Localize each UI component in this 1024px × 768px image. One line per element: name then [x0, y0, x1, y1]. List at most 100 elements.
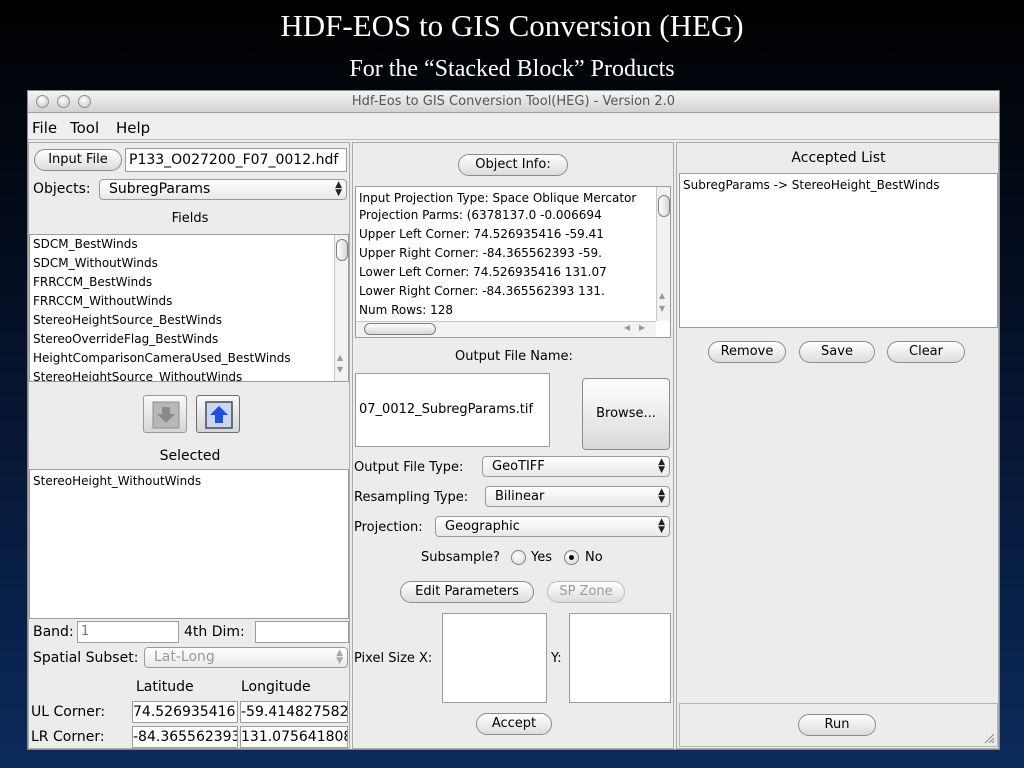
window-title: Hdf-Eos to GIS Conversion Tool(HEG) - Ve…	[351, 94, 676, 109]
menu-tool[interactable]: Tool	[70, 119, 99, 137]
output-file-name-field[interactable]: 07_0012_SubregParams.tif	[355, 373, 550, 447]
list-item[interactable]: StereoHeight_WithoutWinds	[30, 470, 348, 489]
fields-scrollbar[interactable]: ▲ ▼	[334, 235, 348, 381]
window-titlebar[interactable]: Hdf-Eos to GIS Conversion Tool(HEG) - Ve…	[28, 91, 999, 113]
scroll-right-icon[interactable]: ▶	[639, 323, 645, 332]
scroll-down-icon[interactable]: ▼	[659, 304, 665, 313]
info-hscrollbar[interactable]: ◀ ▶	[356, 321, 656, 337]
scroll-up-icon[interactable]: ▲	[659, 291, 665, 300]
info-line: Lower Left Corner: 74.526935416 131.07	[359, 265, 607, 279]
list-item[interactable]: StereoHeightSource_WithoutWinds	[30, 368, 348, 381]
accepted-list[interactable]: SubregParams -> StereoHeight_BestWinds	[679, 173, 998, 328]
info-line: Projection Parms: (6378137.0 -0.006694	[359, 208, 602, 222]
longitude-header: Longitude	[241, 679, 311, 695]
radio-selected-dot	[569, 555, 574, 560]
band-field[interactable]: 1	[77, 621, 179, 643]
scroll-up-icon[interactable]: ▲	[337, 353, 343, 362]
lr-latitude-field[interactable]: -84.365562393	[132, 726, 238, 748]
subsample-yes-label[interactable]: Yes	[531, 550, 552, 565]
list-item[interactable]: SDCM_BestWinds	[30, 235, 348, 254]
info-line: Lower Right Corner: -84.365562393 131.	[359, 284, 605, 298]
heg-window: Hdf-Eos to GIS Conversion Tool(HEG) - Ve…	[27, 90, 1000, 750]
accept-button[interactable]: Accept	[476, 713, 552, 735]
menu-help[interactable]: Help	[116, 119, 150, 137]
objects-select-value: SubregParams	[109, 181, 211, 197]
pixel-size-x-field[interactable]	[442, 613, 547, 703]
pixel-size-y-field[interactable]	[569, 613, 671, 703]
left-panel: Input File P133_O027200_F07_0012.hdf Obj…	[28, 142, 350, 749]
subsample-no-label[interactable]: No	[585, 550, 603, 565]
list-item[interactable]: FRRCCM_WithoutWinds	[30, 292, 348, 311]
arrow-down-icon	[152, 401, 180, 429]
dim4-field[interactable]	[255, 621, 349, 643]
spatial-subset-select[interactable]: Lat-Long ▲ ▼	[144, 647, 348, 668]
list-item[interactable]: StereoHeightSource_BestWinds	[30, 311, 348, 330]
list-item[interactable]: StereoOverrideFlag_BestWinds	[30, 330, 348, 349]
clear-button[interactable]: Clear	[887, 341, 965, 363]
input-file-button[interactable]: Input File	[34, 149, 122, 171]
output-file-type-value: GeoTIFF	[492, 459, 545, 474]
object-info-box: Input Projection Type: Space Oblique Mer…	[355, 186, 671, 338]
projection-label: Projection:	[354, 520, 423, 535]
menu-file[interactable]: File	[32, 119, 57, 137]
info-vscroll-thumb[interactable]	[658, 195, 670, 217]
pixel-size-y-label: Y:	[551, 651, 562, 666]
run-button[interactable]: Run	[798, 714, 876, 736]
fields-scroll-thumb[interactable]	[336, 239, 348, 261]
scroll-down-icon[interactable]: ▼	[337, 365, 343, 374]
pixel-size-x-label: Pixel Size X:	[354, 651, 433, 666]
resize-grip-icon[interactable]	[983, 732, 995, 744]
save-button[interactable]: Save	[799, 341, 875, 363]
info-line: Upper Right Corner: -84.365562393 -59.	[359, 246, 602, 260]
subsample-no-radio[interactable]	[564, 550, 579, 565]
list-item[interactable]: HeightComparisonCameraUsed_BestWinds	[30, 349, 348, 368]
projection-value: Geographic	[445, 519, 520, 534]
fields-list[interactable]: SDCM_BestWinds SDCM_WithoutWinds FRRCCM_…	[29, 234, 349, 382]
selected-heading: Selected	[159, 448, 221, 464]
select-arrows-icon: ▲ ▼	[336, 648, 343, 666]
lr-longitude-field[interactable]: 131.075641808	[240, 726, 348, 748]
list-item[interactable]: SubregParams -> StereoHeight_BestWinds	[680, 174, 997, 193]
subsample-label: Subsample?	[421, 550, 500, 565]
resampling-type-select[interactable]: Bilinear ▲ ▼	[485, 486, 670, 507]
object-info-button[interactable]: Object Info:	[458, 154, 568, 176]
list-item[interactable]: SDCM_WithoutWinds	[30, 254, 348, 273]
ul-longitude-field[interactable]: -59.414827582	[240, 701, 348, 723]
objects-label: Objects:	[33, 181, 91, 197]
input-file-field[interactable]: P133_O027200_F07_0012.hdf	[125, 148, 347, 172]
ul-latitude-field[interactable]: 74.526935416	[132, 701, 238, 723]
dim4-label: 4th Dim:	[184, 624, 245, 640]
object-info-text: Input Projection Type: Space Oblique Mer…	[356, 187, 656, 323]
menu-bar: File Tool Help	[28, 114, 999, 140]
add-field-button[interactable]	[196, 395, 240, 433]
band-label: Band:	[33, 624, 74, 640]
resampling-type-label: Resampling Type:	[354, 490, 469, 505]
sp-zone-button[interactable]: SP Zone	[547, 581, 625, 603]
objects-select[interactable]: SubregParams ▲ ▼	[99, 179, 347, 200]
info-line: Input Projection Type: Space Oblique Mer…	[359, 191, 637, 205]
arrow-up-icon	[205, 401, 233, 429]
slide-title: HDF-EOS to GIS Conversion (HEG)	[280, 8, 744, 43]
output-file-type-select[interactable]: GeoTIFF ▲ ▼	[482, 456, 670, 477]
selected-list[interactable]: StereoHeight_WithoutWinds	[29, 469, 349, 619]
fields-heading: Fields	[171, 211, 209, 226]
list-item[interactable]: FRRCCM_BestWinds	[30, 273, 348, 292]
output-file-type-label: Output File Type:	[354, 460, 464, 475]
run-area: Run	[679, 703, 998, 747]
projection-select[interactable]: Geographic ▲ ▼	[435, 516, 670, 537]
spatial-subset-value: Lat-Long	[154, 649, 215, 665]
spatial-subset-label: Spatial Subset:	[33, 650, 139, 666]
right-panel: Accepted List SubregParams -> StereoHeig…	[676, 142, 999, 749]
edit-parameters-button[interactable]: Edit Parameters	[400, 581, 534, 603]
info-hscroll-thumb[interactable]	[364, 323, 436, 335]
browse-button[interactable]: Browse...	[582, 378, 670, 450]
remove-field-button[interactable]	[143, 395, 187, 433]
info-vscrollbar[interactable]: ▲ ▼	[656, 187, 670, 321]
select-arrows-icon: ▲ ▼	[335, 180, 342, 198]
slide-subtitle: For the “Stacked Block” Products	[349, 56, 675, 82]
ul-corner-label: UL Corner:	[31, 704, 106, 720]
subsample-yes-radio[interactable]	[511, 550, 526, 565]
scroll-left-icon[interactable]: ◀	[624, 323, 630, 332]
info-line: Num Rows: 128	[359, 303, 454, 317]
remove-button[interactable]: Remove	[708, 341, 786, 363]
